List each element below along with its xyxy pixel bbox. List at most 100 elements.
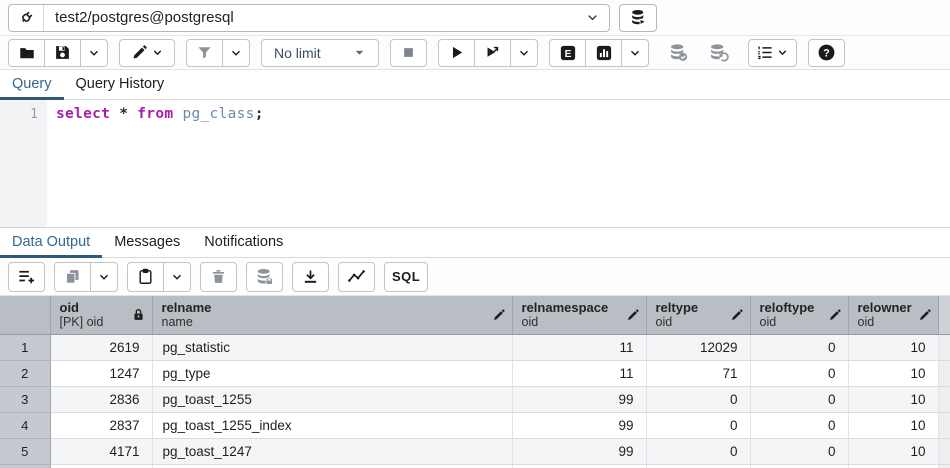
column-header-reloftype[interactable]: reloftype oid xyxy=(750,296,848,334)
cell-oid[interactable]: 1247 xyxy=(50,360,152,386)
cell-relowner[interactable]: 10 xyxy=(848,438,938,464)
row-limit-value: No limit xyxy=(274,45,321,61)
explain-options-dropdown[interactable] xyxy=(621,39,649,67)
cell-relowner[interactable]: 10 xyxy=(848,360,938,386)
row-number[interactable]: 1 xyxy=(0,334,50,360)
row-number[interactable]: 4 xyxy=(0,412,50,438)
copy-icon xyxy=(64,268,81,285)
graph-visualiser-button[interactable] xyxy=(338,262,375,292)
tab-query[interactable]: Query xyxy=(0,70,64,100)
tab-query-history[interactable]: Query History xyxy=(64,70,177,100)
paste-options-dropdown[interactable] xyxy=(163,262,191,292)
select-all-corner[interactable] xyxy=(0,296,50,334)
cell-relnamespace[interactable]: 99 xyxy=(512,438,646,464)
cancel-query-button[interactable] xyxy=(390,39,427,67)
editor-code[interactable]: select * from pg_class; xyxy=(47,100,950,227)
cell-relowner[interactable]: 10 xyxy=(848,334,938,360)
open-file-button[interactable] xyxy=(8,39,45,67)
paste-button[interactable] xyxy=(127,262,164,292)
cell-reltype[interactable]: 0 xyxy=(646,386,750,412)
cell-relnamespace[interactable] xyxy=(512,464,646,468)
table-row: 3 2836 pg_toast_1255 99 0 0 10 xyxy=(0,386,950,412)
query-tool-connection-icon xyxy=(9,5,44,31)
macros-button[interactable] xyxy=(748,39,797,67)
cell-oid[interactable]: 4171 xyxy=(50,438,152,464)
cell-relowner[interactable]: 10 xyxy=(848,412,938,438)
sql-editor[interactable]: 1 select * from pg_class; xyxy=(0,100,950,228)
cell-reltype[interactable]: 12029 xyxy=(646,334,750,360)
cell-reltype[interactable]: 0 xyxy=(646,438,750,464)
cell-relowner[interactable] xyxy=(848,464,938,468)
download-results-button[interactable] xyxy=(292,262,329,292)
add-row-button[interactable] xyxy=(8,262,45,292)
cell-relname[interactable]: pg_toast_1247 xyxy=(152,438,512,464)
connection-dropdown[interactable]: test2/postgres@postgresql xyxy=(8,4,610,32)
help-icon: ? xyxy=(817,43,836,62)
save-options-dropdown[interactable] xyxy=(80,39,108,67)
rollback-button[interactable] xyxy=(700,39,737,67)
cell-relname[interactable] xyxy=(152,464,512,468)
cell-relnamespace[interactable]: 11 xyxy=(512,360,646,386)
cell-relnamespace[interactable]: 99 xyxy=(512,412,646,438)
column-title: relnamespace xyxy=(522,300,609,315)
explain-button[interactable]: E xyxy=(549,39,586,67)
tab-notifications[interactable]: Notifications xyxy=(192,228,295,258)
column-header-relnamespace[interactable]: relnamespace oid xyxy=(512,296,646,334)
cell-reltype[interactable] xyxy=(646,464,750,468)
cell-reltype[interactable]: 0 xyxy=(646,412,750,438)
cell-oid[interactable]: 2836 xyxy=(50,386,152,412)
tab-data-output-label: Data Output xyxy=(12,234,90,250)
execute-button[interactable] xyxy=(438,39,475,67)
new-connection-button[interactable] xyxy=(619,4,657,32)
cell-reltype[interactable]: 71 xyxy=(646,360,750,386)
cell-relnamespace[interactable]: 99 xyxy=(512,386,646,412)
cell-relname[interactable]: pg_statistic xyxy=(152,334,512,360)
row-number[interactable]: 3 xyxy=(0,386,50,412)
row-number[interactable]: 5 xyxy=(0,438,50,464)
cell-oid[interactable]: 2619 xyxy=(50,334,152,360)
copy-options-dropdown[interactable] xyxy=(90,262,118,292)
row-filler xyxy=(938,464,950,468)
save-file-button[interactable] xyxy=(44,39,81,67)
cell-reloftype[interactable]: 0 xyxy=(750,412,848,438)
cell-reloftype[interactable]: 0 xyxy=(750,360,848,386)
line-chart-icon xyxy=(347,267,366,286)
save-data-changes-button[interactable] xyxy=(246,262,283,292)
help-button[interactable]: ? xyxy=(808,39,845,67)
cell-relnamespace[interactable]: 11 xyxy=(512,334,646,360)
cell-reloftype[interactable]: 0 xyxy=(750,334,848,360)
column-header-relowner[interactable]: relowner oid xyxy=(848,296,938,334)
cell-reloftype[interactable]: 0 xyxy=(750,438,848,464)
cell-relowner[interactable]: 10 xyxy=(848,386,938,412)
filter-options-dropdown[interactable] xyxy=(222,39,250,67)
row-filler xyxy=(938,438,950,464)
cell-oid[interactable]: 2837 xyxy=(50,412,152,438)
column-header-relname[interactable]: relname name xyxy=(152,296,512,334)
column-header-reltype[interactable]: reltype oid xyxy=(646,296,750,334)
cell-relname[interactable]: pg_toast_1255 xyxy=(152,386,512,412)
execute-options-dropdown[interactable] xyxy=(510,39,538,67)
cell-reloftype[interactable]: 0 xyxy=(750,386,848,412)
cell-relname[interactable]: pg_type xyxy=(152,360,512,386)
column-header-oid[interactable]: oid [PK] oid xyxy=(50,296,152,334)
filter-icon xyxy=(196,44,213,61)
copy-button[interactable] xyxy=(54,262,91,292)
tab-data-output[interactable]: Data Output xyxy=(0,228,102,258)
ordered-list-icon xyxy=(756,44,773,61)
cell-oid[interactable] xyxy=(50,464,152,468)
data-output-grid: oid [PK] oid relname name xyxy=(0,296,950,468)
table-row: 1 2619 pg_statistic 11 12029 0 10 xyxy=(0,334,950,360)
cell-relname[interactable]: pg_toast_1255_index xyxy=(152,412,512,438)
commit-button[interactable] xyxy=(660,39,697,67)
tab-messages[interactable]: Messages xyxy=(102,228,192,258)
delete-row-button[interactable] xyxy=(200,262,237,292)
explain-analyze-button[interactable] xyxy=(585,39,622,67)
show-sql-button[interactable]: SQL xyxy=(384,262,428,292)
edit-menu-button[interactable] xyxy=(119,39,175,67)
row-number[interactable]: 2 xyxy=(0,360,50,386)
filter-button[interactable] xyxy=(186,39,223,67)
cell-reloftype[interactable] xyxy=(750,464,848,468)
execute-from-cursor-button[interactable] xyxy=(474,39,511,67)
row-number[interactable] xyxy=(0,464,50,468)
row-limit-select[interactable]: No limit xyxy=(261,39,379,67)
